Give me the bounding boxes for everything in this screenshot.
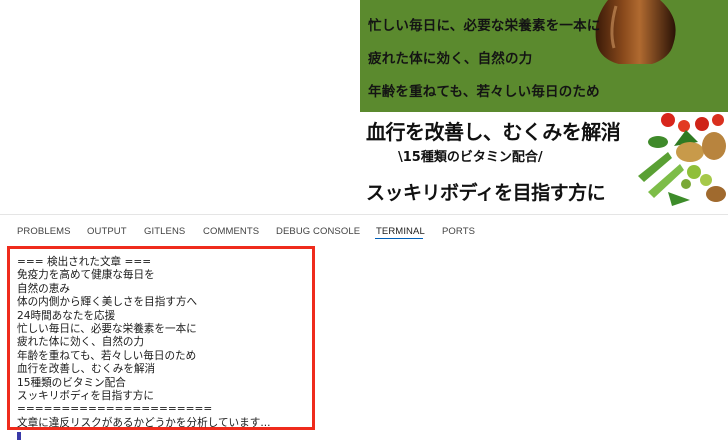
banner-bottom-text: スッキリボディを目指す方に (366, 182, 606, 204)
tab-comments[interactable]: COMMENTS (203, 226, 259, 237)
terminal-line: 忙しい毎日に、必要な栄養素を一本に (17, 322, 197, 335)
terminal-line: === 検出された文章 === (17, 256, 152, 268)
banner-subheadline: \15種類のビタミン配合/ (398, 150, 543, 165)
vegetables-image (638, 113, 726, 206)
tab-debug-console[interactable]: DEBUG CONSOLE (276, 226, 360, 237)
banner-headline: 血行を改善し、むくみを解消 (366, 120, 621, 144)
product-banner-white: 血行を改善し、むくみを解消 \15種類のビタミン配合/ スッキリボディを目指す方… (360, 112, 728, 208)
tab-ports[interactable]: PORTS (442, 226, 475, 237)
terminal-line: 血行を改善し、むくみを解消 (17, 363, 156, 376)
banner-line-1: 忙しい毎日に、必要な栄養素を一本に (368, 18, 601, 34)
terminal-line: 自然の恵み (17, 282, 70, 295)
terminal-line: 15種類のビタミン配合 (17, 376, 126, 389)
banner-line-3: 年齢を重ねても、若々しい毎日のため (368, 84, 600, 100)
terminal-line: 文章に違反リスクがあるかどうかを分析しています... (17, 416, 271, 429)
terminal-line: ====================== (17, 403, 213, 416)
tab-gitlens[interactable]: GITLENS (144, 226, 185, 237)
terminal-lines: === 検出された文章 === 免疫力を高めて健康な毎日を 自然の恵み 体の内側… (17, 256, 317, 430)
terminal-line: スッキリボディを目指す方に (17, 389, 154, 402)
terminal-cursor (17, 432, 21, 440)
tab-output[interactable]: OUTPUT (87, 226, 127, 237)
terminal-line: 24時間あなたを応援 (17, 309, 116, 322)
terminal-line: 年齢を重ねても、若々しい毎日のため (17, 349, 197, 362)
tab-terminal[interactable]: TERMINAL (376, 226, 425, 237)
terminal-line: 免疫力を高めて健康な毎日を (17, 269, 155, 282)
tab-problems[interactable]: PROBLEMS (17, 226, 71, 237)
terminal-line: 体の内側から輝く美しさを目指す方へ (17, 296, 198, 309)
panel-tab-bar: PROBLEMS OUTPUT GITLENS COMMENTS DEBUG C… (0, 215, 728, 245)
product-banner-green: 忙しい毎日に、必要な栄養素を一本に 疲れた体に効く、自然の力 年齢を重ねても、若… (360, 0, 728, 112)
active-tab-indicator (375, 238, 423, 239)
banner-line-2: 疲れた体に効く、自然の力 (368, 51, 533, 67)
terminal-line: 疲れた体に効く、自然の力 (17, 336, 145, 349)
